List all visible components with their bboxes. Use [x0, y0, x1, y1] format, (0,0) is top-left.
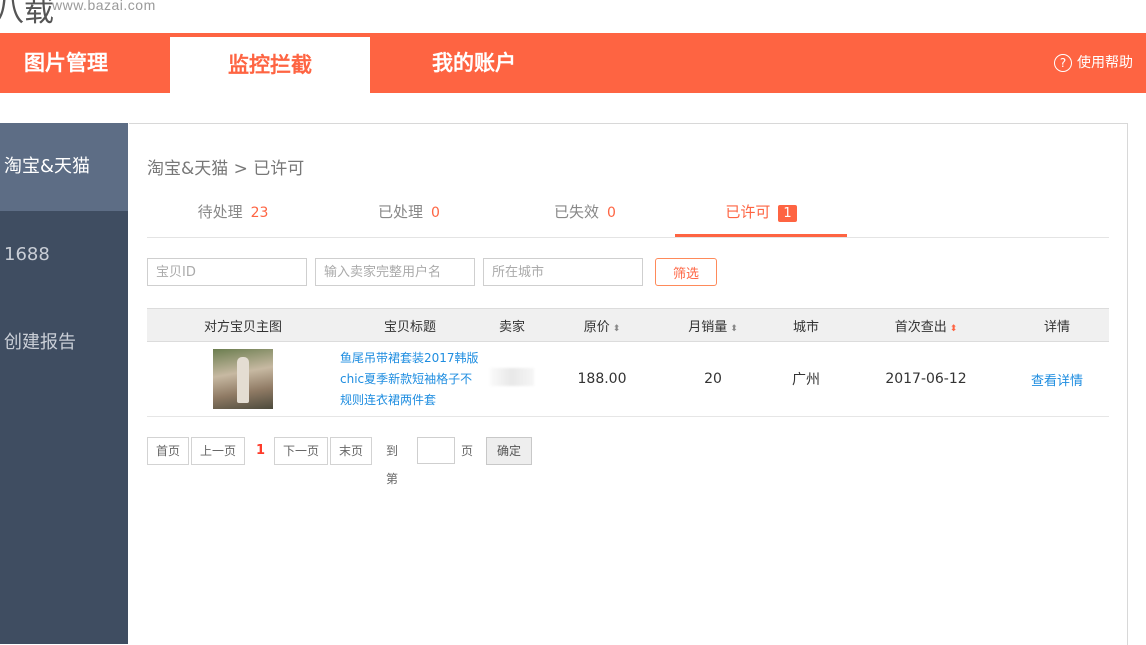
table-header-row: 对方宝贝主图 宝贝标题 卖家 原价 ⬍ 月销量 ⬍ 城市 首次查出 ⬍ 详情 [147, 308, 1109, 342]
col-detail: 详情 [1005, 308, 1109, 342]
item-id-input[interactable] [147, 258, 307, 286]
cell-detail: 查看详情 [1005, 341, 1109, 417]
status-tabs: 待处理 23 已处理 0 已失效 0 已许可 1 [147, 188, 1109, 238]
sort-icon: ⬍ [949, 323, 958, 334]
first-page-button[interactable]: 首页 [147, 437, 189, 465]
tab-count: 0 [431, 205, 440, 221]
col-city: 城市 [765, 308, 847, 342]
site-url: www.bazai.com [52, 0, 156, 13]
page-number-input[interactable] [417, 437, 455, 464]
goto-confirm-button[interactable]: 确定 [486, 437, 532, 465]
main-content: 淘宝&天猫 > 已许可 待处理 23 已处理 0 已失效 0 已许可 1 筛选 对方宝贝… [129, 123, 1128, 645]
sidebar-item-1688[interactable]: 1688 [0, 211, 128, 299]
site-logo: 八载 [0, 0, 54, 29]
tab-expired[interactable]: 已失效 0 [499, 188, 671, 236]
cell-city: 广州 [765, 341, 847, 417]
city-input[interactable] [483, 258, 643, 286]
help-link[interactable]: ? 使用帮助 [1054, 33, 1133, 93]
table-row: 鱼尾吊带裙套装2017韩版chic夏季新款短袖格子不规则连衣裙两件套 188.0… [147, 341, 1109, 417]
tab-label: 已失效 [554, 203, 600, 221]
col-image: 对方宝贝主图 [147, 308, 339, 342]
view-detail-link[interactable]: 查看详情 [1031, 374, 1083, 389]
top-nav: 图片管理 监控拦截 我的账户 ? 使用帮助 [0, 33, 1146, 93]
logo-strip: 八载 www.bazai.com [0, 0, 1146, 33]
next-page-button[interactable]: 下一页 [274, 437, 328, 465]
col-first-found[interactable]: 首次查出 ⬍ [847, 308, 1005, 342]
cell-monthly-sales: 20 [661, 341, 765, 417]
last-page-button[interactable]: 末页 [330, 437, 372, 465]
sort-icon: ⬍ [612, 323, 621, 334]
nav-tab-my-account[interactable]: 我的账户 [374, 33, 574, 93]
help-label: 使用帮助 [1077, 55, 1133, 71]
page-unit-label: 页 [461, 444, 474, 458]
tab-count-badge: 1 [778, 205, 797, 222]
sort-icon: ⬍ [730, 323, 738, 334]
cell-price: 188.00 [543, 341, 661, 417]
col-monthly-sales[interactable]: 月销量 ⬍ [661, 308, 765, 342]
cell-first-found: 2017-06-12 [847, 341, 1005, 417]
tab-count: 0 [607, 205, 616, 221]
col-title: 宝贝标题 [339, 308, 481, 342]
prev-page-button[interactable]: 上一页 [191, 437, 245, 465]
help-icon: ? [1054, 54, 1072, 72]
col-seller: 卖家 [481, 308, 543, 342]
filter-button[interactable]: 筛选 [655, 258, 717, 286]
seller-name-input[interactable] [315, 258, 475, 286]
goto-label: 到第 [386, 444, 399, 486]
tab-label: 待处理 [197, 203, 243, 221]
results-table: 对方宝贝主图 宝贝标题 卖家 原价 ⬍ 月销量 ⬍ 城市 首次查出 ⬍ 详情 鱼尾吊带… [147, 308, 1109, 417]
tab-pending[interactable]: 待处理 23 [147, 188, 319, 236]
seller-name-blurred [490, 368, 534, 386]
breadcrumb: 淘宝&天猫 > 已许可 [147, 159, 305, 179]
col-price[interactable]: 原价 ⬍ [543, 308, 661, 342]
cell-seller [481, 341, 543, 417]
product-title-link[interactable]: 鱼尾吊带裙套装2017韩版chic夏季新款短袖格子不规则连衣裙两件套 [340, 348, 480, 411]
tab-label: 已许可 [725, 203, 771, 221]
cell-image [147, 341, 339, 417]
tab-processed[interactable]: 已处理 0 [323, 188, 495, 236]
tab-count: 23 [250, 205, 269, 221]
tab-licensed[interactable]: 已许可 1 [675, 188, 847, 237]
nav-tab-image-management[interactable]: 图片管理 [0, 33, 132, 93]
nav-tab-monitoring[interactable]: 监控拦截 [170, 37, 370, 93]
sidebar: 淘宝&天猫 1688 创建报告 [0, 123, 128, 644]
current-page[interactable]: 1 [256, 437, 265, 465]
sidebar-item-create-report[interactable]: 创建报告 [0, 299, 128, 387]
product-thumbnail[interactable] [213, 349, 273, 409]
cell-title: 鱼尾吊带裙套装2017韩版chic夏季新款短袖格子不规则连衣裙两件套 [339, 341, 481, 417]
tab-label: 已处理 [378, 203, 424, 221]
sidebar-item-taobao-tmall[interactable]: 淘宝&天猫 [0, 123, 128, 211]
